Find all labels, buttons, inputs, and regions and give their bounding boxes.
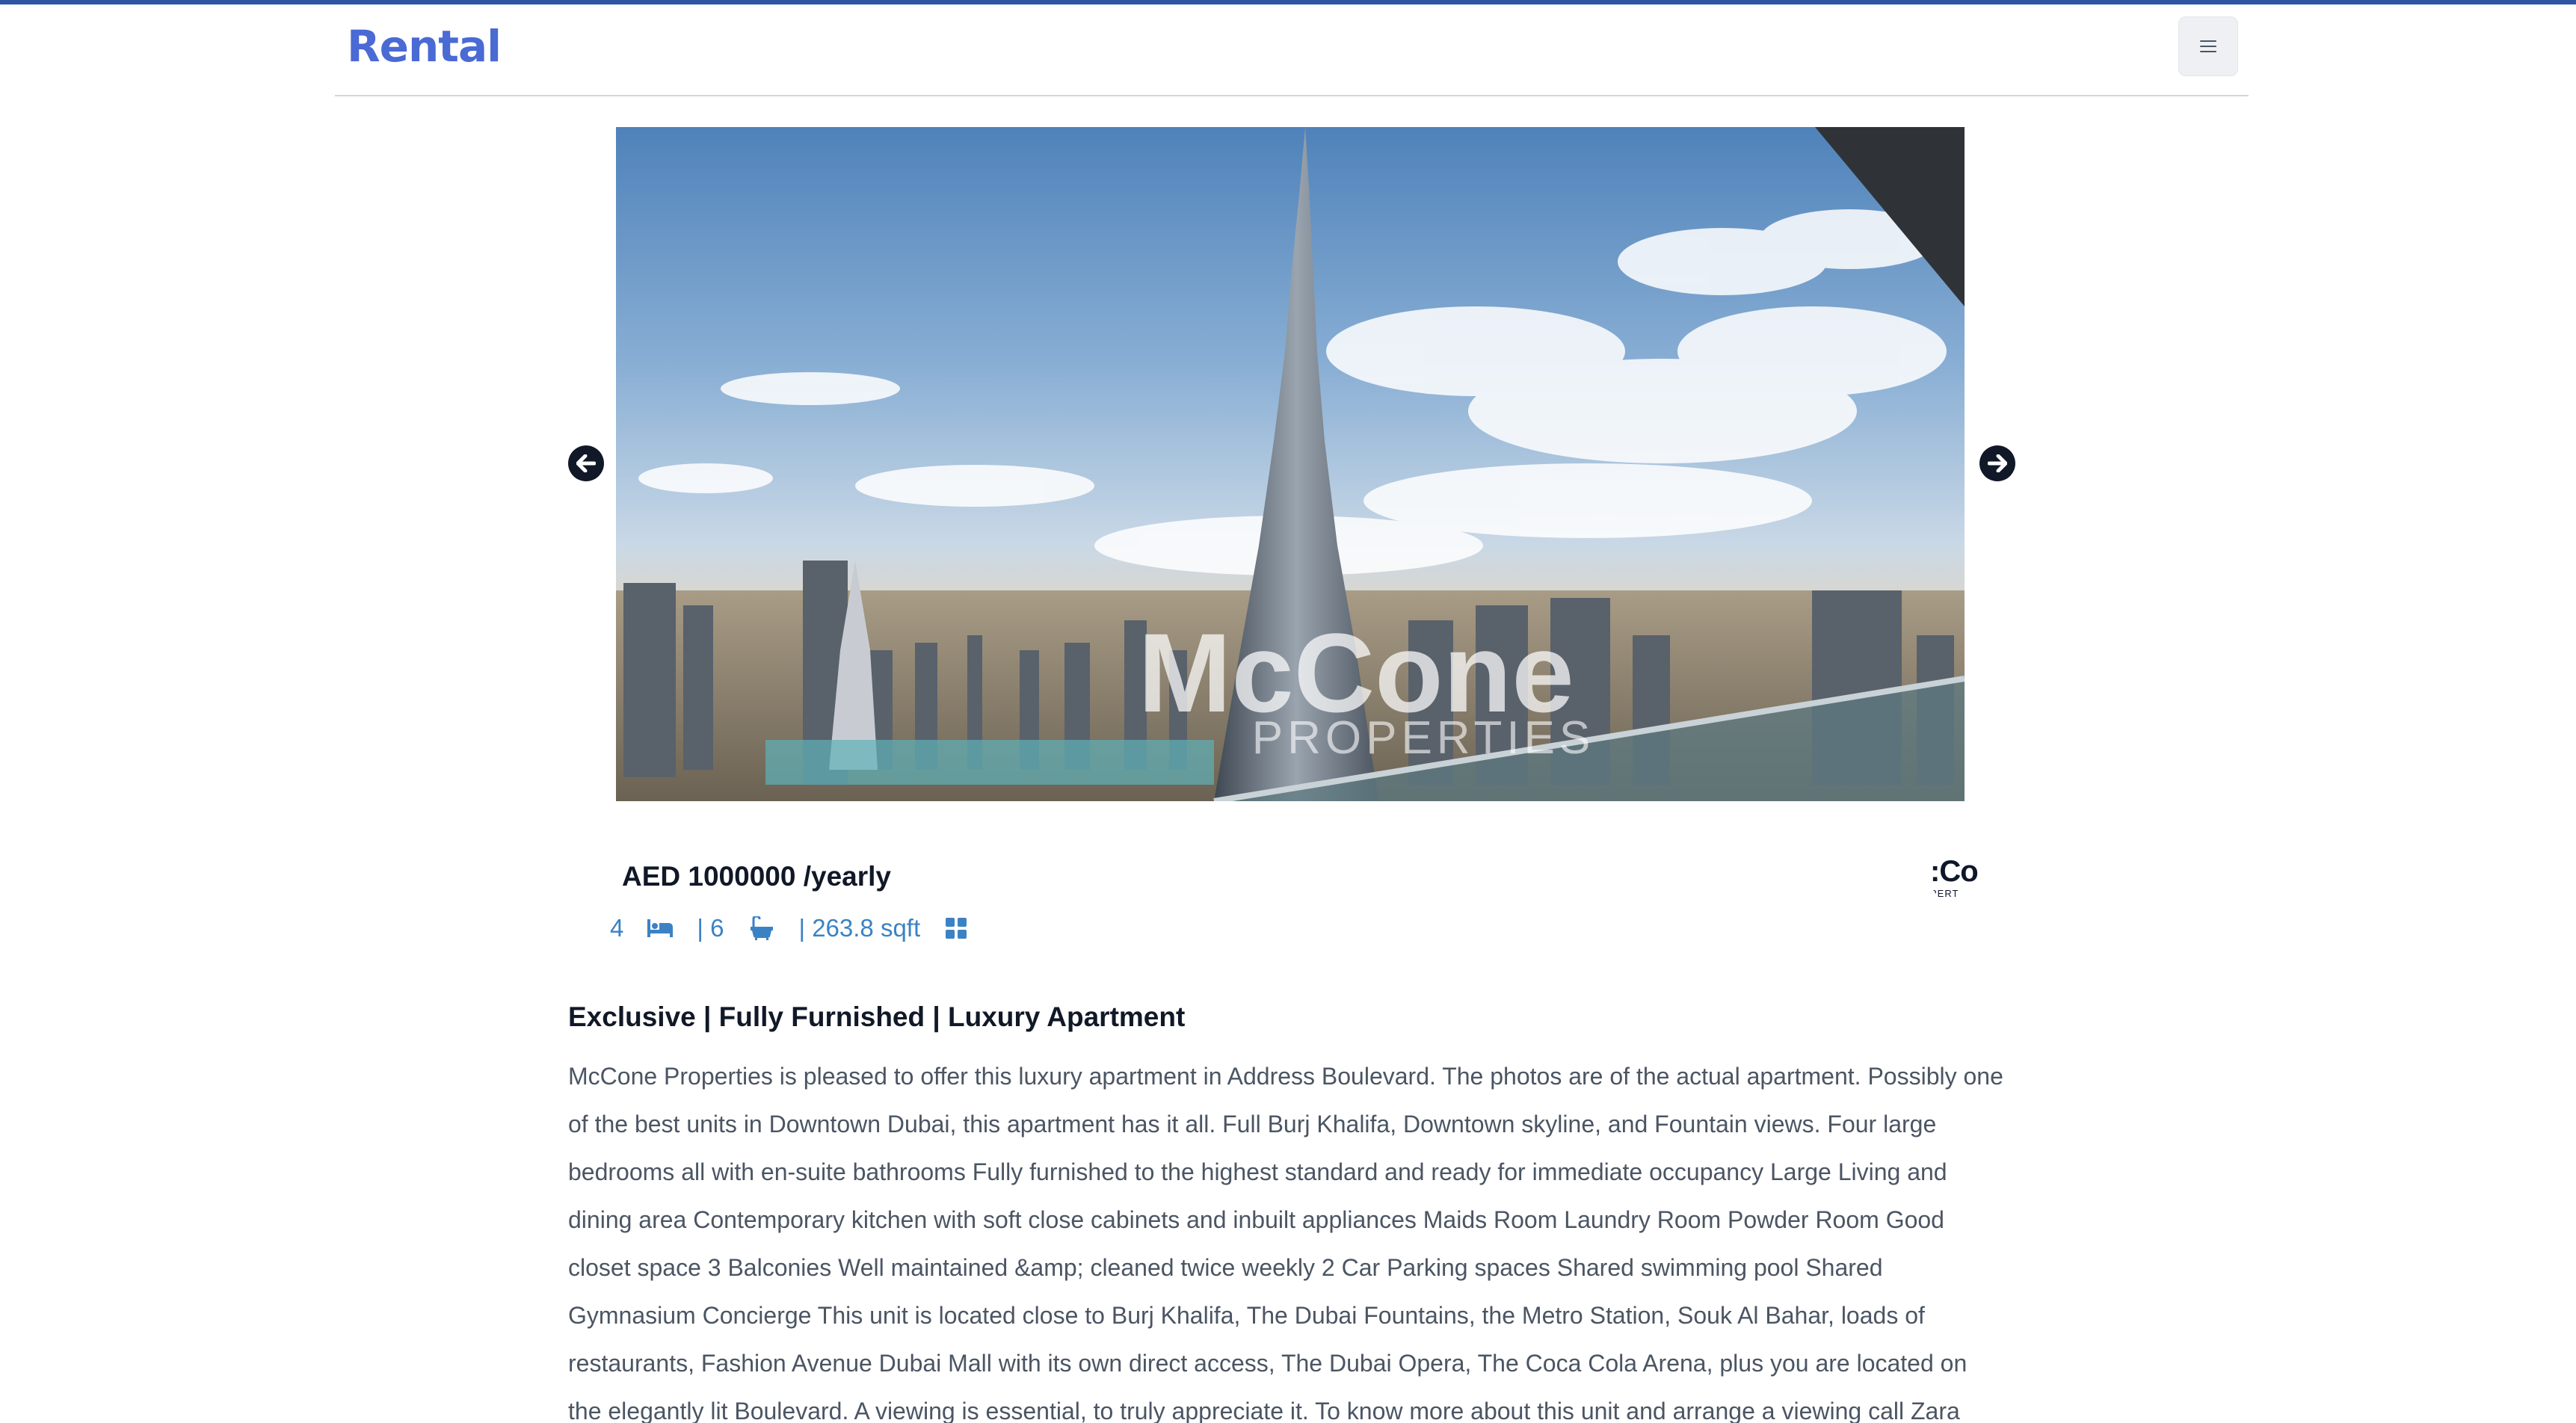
listing-title: Exclusive | Fully Furnished | Luxury Apa… xyxy=(568,1001,1186,1032)
listing-description: McCone Properties is pleased to offer th… xyxy=(568,1063,2003,1423)
carousel-prev-button[interactable] xyxy=(568,445,604,481)
property-photo: McCone PROPERTIES xyxy=(616,127,1965,801)
agency-logo[interactable]: :Co PERT xyxy=(1930,851,1984,904)
bathroom-count: | 6 xyxy=(697,914,724,942)
arrow-left-icon xyxy=(576,454,596,472)
bed-icon xyxy=(647,919,674,937)
bedroom-count: 4 xyxy=(610,914,624,942)
menu-toggle-button[interactable] xyxy=(2178,16,2238,76)
brand-logo[interactable]: Rental xyxy=(347,21,502,72)
hamburger-menu-icon xyxy=(2200,40,2216,52)
watermark-subtext: PROPERTIES xyxy=(1252,712,1595,764)
property-image-carousel[interactable]: McCone PROPERTIES xyxy=(616,127,1965,801)
area-size: | 263.8 sqft xyxy=(798,914,921,942)
listing-price: AED 1000000 /yearly xyxy=(622,861,891,892)
listing-features: 4 | 6 | 263.8 sqft xyxy=(610,913,967,943)
site-header: Rental xyxy=(335,4,2249,96)
carousel-next-button[interactable] xyxy=(1979,445,2015,481)
grid-icon xyxy=(946,918,967,939)
arrow-right-icon xyxy=(1988,454,2007,472)
bathtub-icon xyxy=(751,916,774,940)
